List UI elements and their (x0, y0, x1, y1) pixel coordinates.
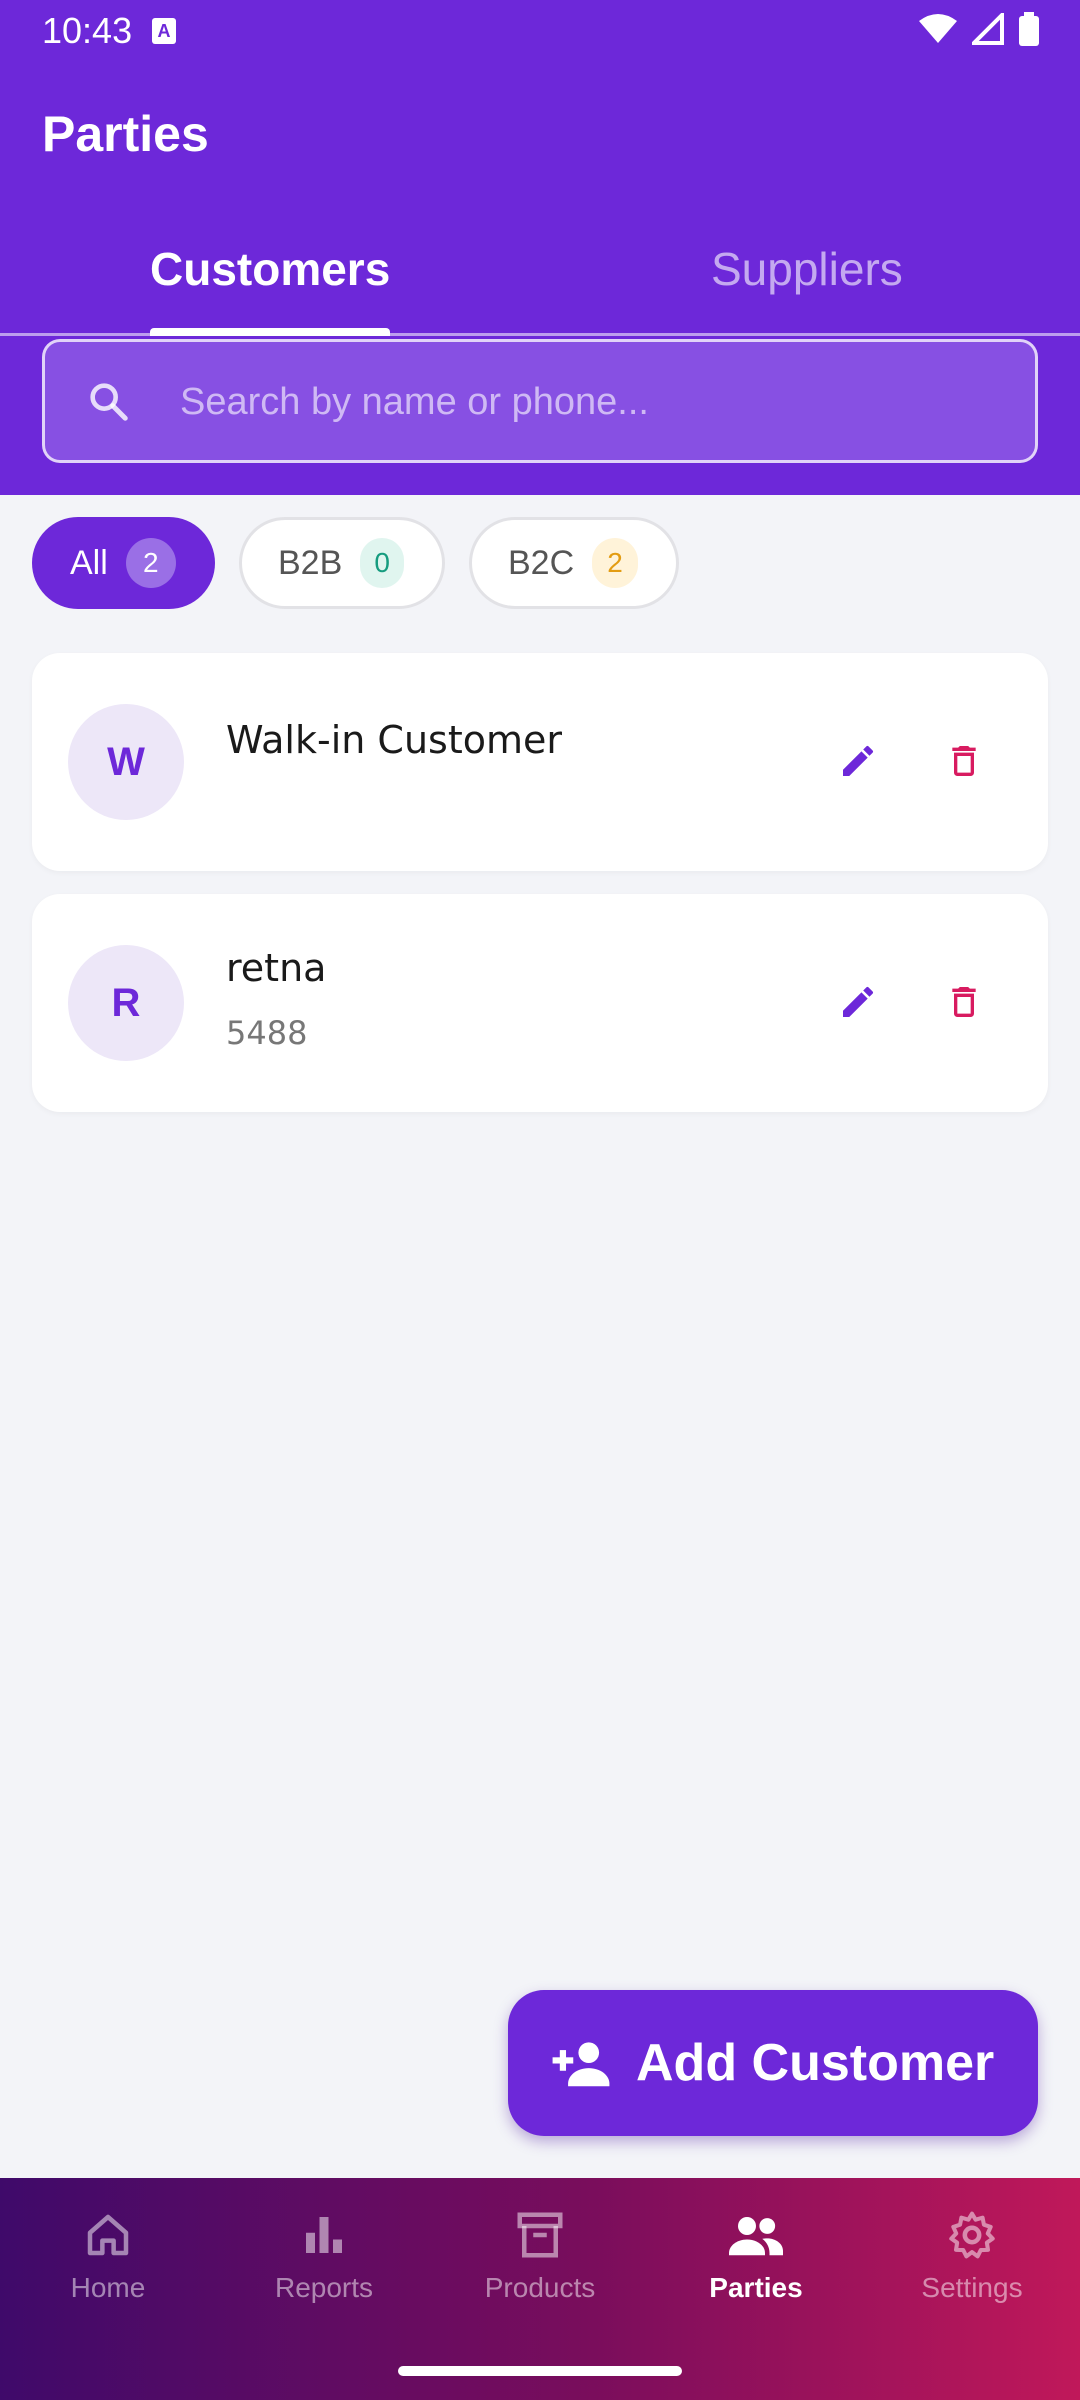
person-add-icon (552, 2042, 610, 2087)
signal-icon (972, 13, 1004, 45)
count-badge: 2 (125, 538, 176, 588)
add-customer-button[interactable]: Add Customer (508, 1990, 1038, 2136)
filter-chip-label: B2C (508, 543, 575, 582)
pencil-icon (843, 745, 874, 776)
status-icons (918, 12, 1040, 46)
status-time: 10:43 (42, 10, 133, 51)
filter-chip-b2b[interactable]: B2B 0 (239, 517, 445, 609)
avatar: R (68, 945, 184, 1061)
battery-icon (1019, 12, 1039, 46)
pencil-icon (843, 986, 874, 1017)
nav-products[interactable]: Products (432, 2208, 648, 2304)
tab-bar: Customers Suppliers (0, 220, 1080, 336)
nav-label: Home (70, 2272, 146, 2303)
delete-button[interactable] (936, 974, 992, 1030)
customer-card[interactable]: R retna 5488 (32, 894, 1048, 1112)
tab-suppliers[interactable]: Suppliers (711, 242, 903, 296)
filter-chips: All 2 B2B 0 B2C 2 (32, 517, 679, 609)
wifi-icon (919, 14, 957, 43)
archive-box-icon (517, 2212, 563, 2258)
trash-icon (952, 987, 976, 1017)
app-header: 10:43 A Parties Customers Suppliers (0, 0, 1080, 495)
gear-icon (949, 2211, 995, 2259)
nav-label: Settings (921, 2272, 1023, 2303)
bar-chart-icon (306, 2217, 342, 2253)
home-indicator[interactable] (398, 2366, 682, 2376)
page-title: Parties (42, 106, 209, 162)
tab-customers[interactable]: Customers (150, 242, 390, 296)
customer-name: Walk-in Customer (226, 718, 563, 762)
search-box[interactable] (42, 339, 1038, 463)
avatar: W (68, 704, 184, 820)
bottom-navigation: Home Reports Products Parties Settings (0, 2178, 1080, 2400)
nav-parties[interactable]: Parties (648, 2208, 864, 2304)
trash-icon (952, 746, 976, 776)
people-icon (729, 2217, 783, 2256)
active-tab-indicator (150, 328, 390, 336)
customer-phone: 5488 (226, 1014, 308, 1052)
customer-name: retna (226, 946, 327, 990)
delete-button[interactable] (936, 733, 992, 789)
filter-chip-all[interactable]: All 2 (32, 517, 215, 609)
search-icon (90, 383, 128, 421)
nav-reports[interactable]: Reports (216, 2208, 432, 2304)
add-customer-label: Add Customer (636, 2034, 995, 2092)
status-bar: 10:43 A (0, 0, 1080, 64)
nav-label: Reports (274, 2272, 374, 2303)
nav-home[interactable]: Home (0, 2208, 216, 2304)
nav-label: Parties (709, 2272, 803, 2303)
filter-chip-label: B2B (278, 543, 343, 582)
edit-button[interactable] (830, 974, 886, 1030)
nav-settings[interactable]: Settings (864, 2208, 1080, 2304)
edit-button[interactable] (830, 733, 886, 789)
customer-card[interactable]: W Walk-in Customer (32, 653, 1048, 871)
home-icon (87, 2214, 129, 2256)
filter-chip-b2c[interactable]: B2C 2 (469, 517, 679, 609)
filter-chip-label: All (70, 543, 108, 582)
search-input[interactable] (180, 374, 1000, 430)
count-badge: 2 (592, 538, 638, 588)
notification-indicator-icon: A (152, 18, 176, 44)
count-badge: 0 (360, 538, 404, 588)
nav-label: Products (484, 2272, 596, 2303)
